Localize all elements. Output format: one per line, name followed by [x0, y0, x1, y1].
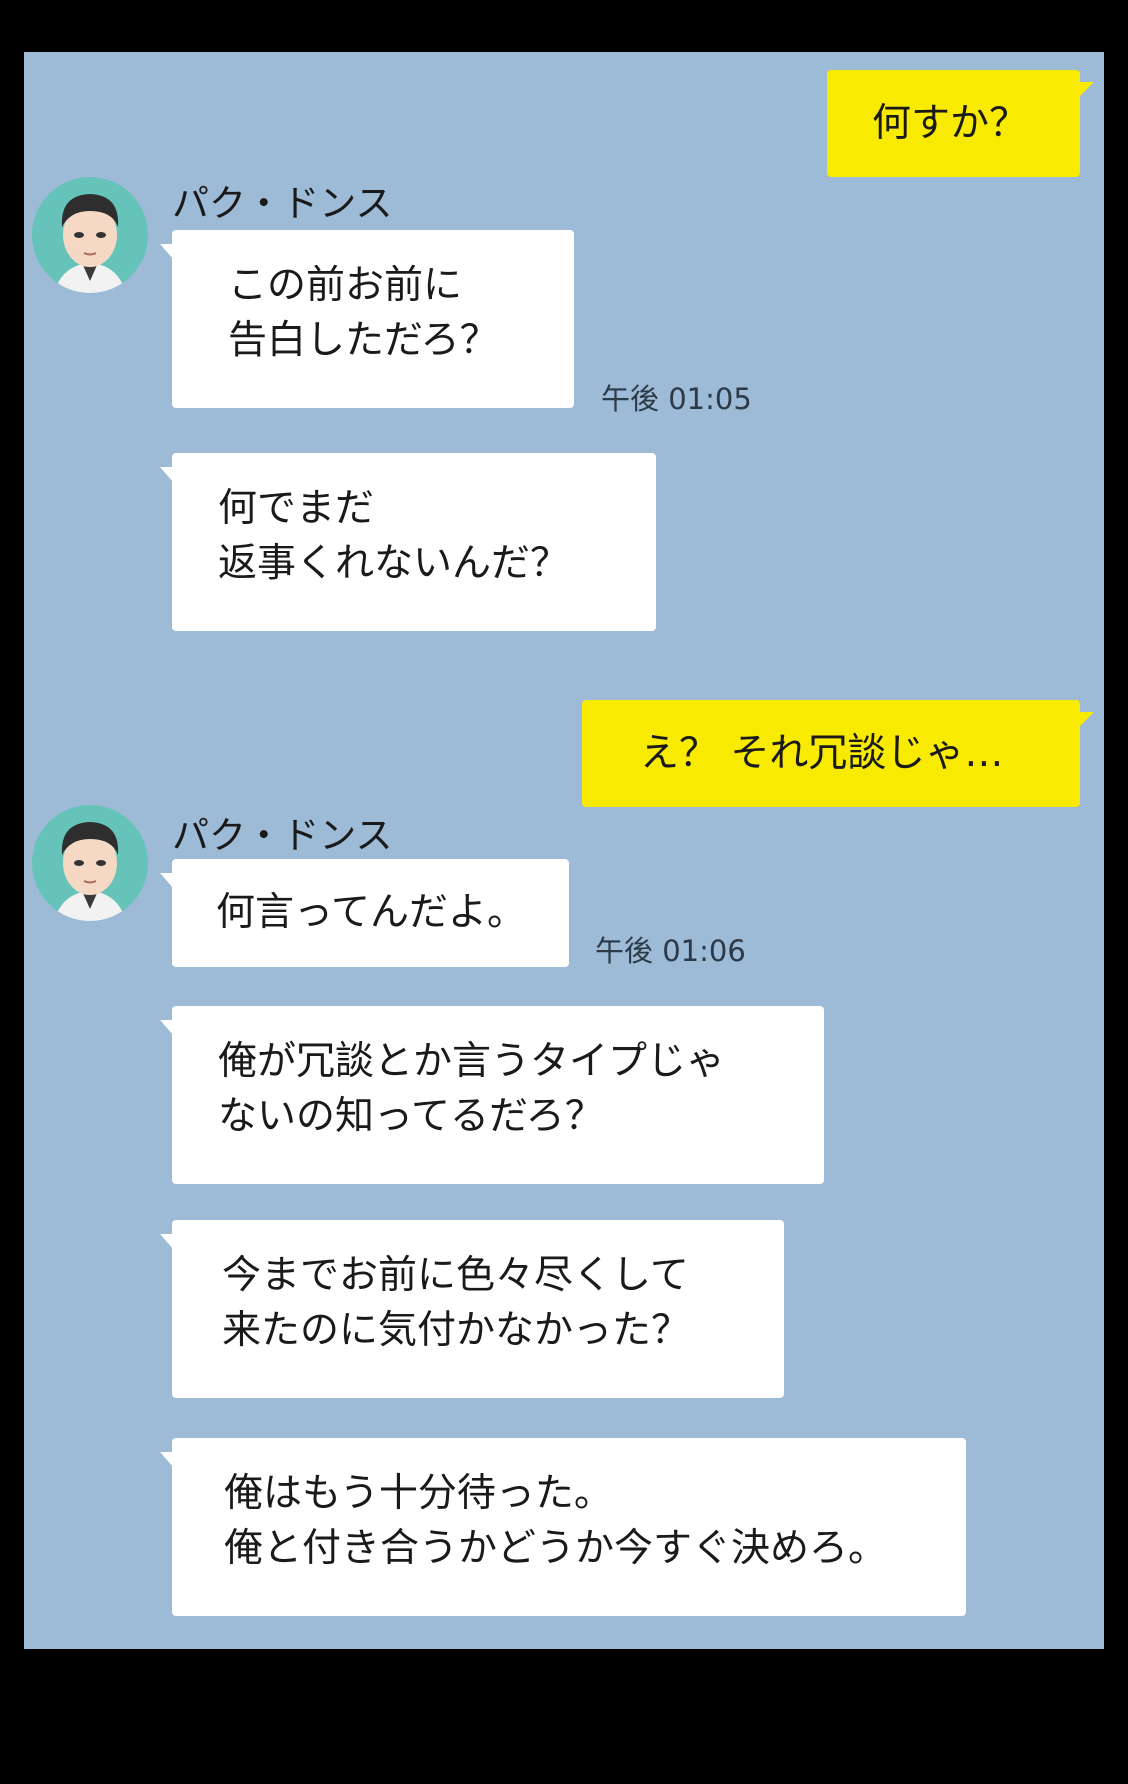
message-incoming[interactable]: この前お前に 告白しただろ？ — [160, 230, 574, 408]
message-incoming[interactable]: 今までお前に色々尽くして 来たのに気付かなかった？ — [160, 1220, 784, 1398]
sender-name: パク・ドンス — [172, 814, 393, 857]
timestamp: 午後 01:05 — [601, 382, 752, 416]
chat-area: 何すか？ パク・ドンス この前お前に 告白しただろ？ 午後 01:05 何でまだ… — [24, 52, 1104, 1649]
message-incoming[interactable]: 何言ってんだよ。 — [160, 859, 569, 967]
message-outgoing[interactable]: 何すか？ — [827, 70, 1094, 177]
message-incoming[interactable]: 何でまだ 返事くれないんだ？ — [160, 453, 656, 631]
message-incoming[interactable]: 俺が冗談とか言うタイプじゃ ないの知ってるだろ？ — [160, 1006, 824, 1184]
message-outgoing[interactable]: え？ それ冗談じゃ… — [582, 700, 1094, 807]
avatar[interactable] — [32, 805, 148, 921]
man-portrait-avatar-icon — [54, 194, 126, 293]
message-incoming[interactable]: 俺はもう十分待った。 俺と付き合うかどうか今すぐ決めろ。 — [160, 1438, 966, 1616]
sender-name: パク・ドンス — [172, 182, 393, 225]
timestamp: 午後 01:06 — [595, 934, 746, 968]
avatar[interactable] — [32, 177, 148, 293]
man-portrait-avatar-icon — [54, 822, 126, 921]
